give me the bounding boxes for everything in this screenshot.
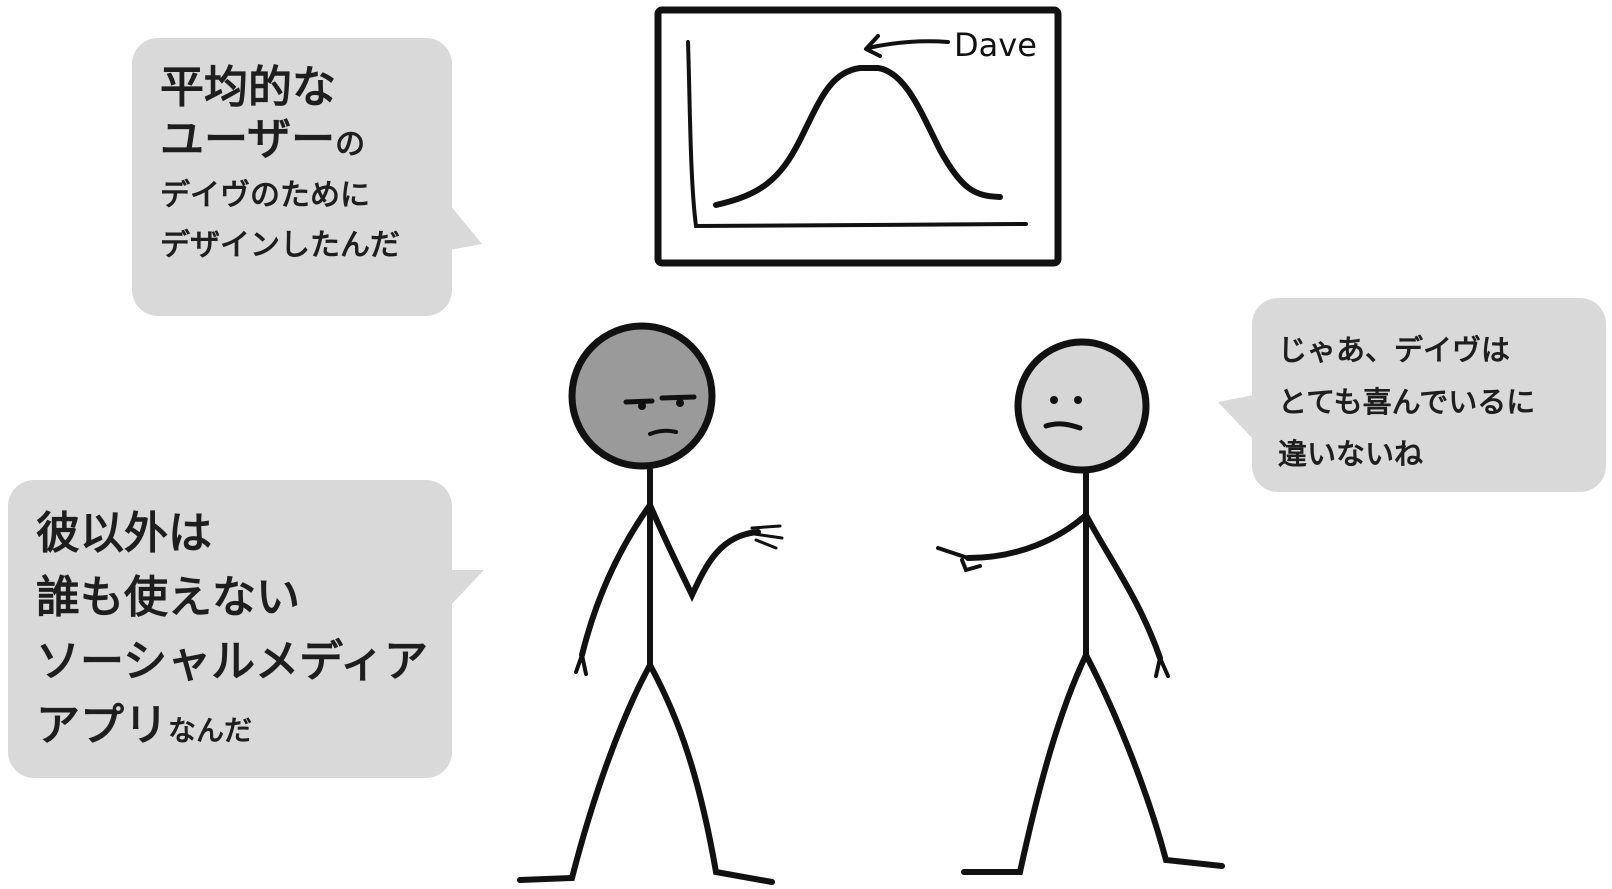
bubble-top-left-line-2-bold: ユーザー (160, 114, 336, 165)
right-figure-eye-right (1074, 396, 1082, 404)
right-figure-arm-left (965, 512, 1089, 561)
left-figure-eye-left (638, 402, 646, 410)
right-figure-head (1014, 338, 1150, 474)
right-figure-eye-left (1050, 396, 1058, 404)
bubble-bottom-left-line-4: アプリなんだ (36, 694, 428, 763)
bubble-bottom-left-line-4-small: なんだ (168, 714, 253, 747)
right-figure-leg-left (961, 652, 1089, 875)
bubble-top-left-line-4: デザインしたんだ (160, 228, 400, 263)
speech-bubble-bottom-left: 彼以外は 誰も使えない ソーシャルメディア アプリなんだ (8, 480, 452, 778)
bubble-tail-top-left (450, 205, 482, 250)
left-figure-leg-left (517, 662, 653, 883)
left-figure-eye-right (676, 399, 684, 407)
left-figure-arm-right (647, 502, 761, 603)
bubble-right-line-3: 違いないね (1278, 437, 1424, 471)
bubble-bottom-left-line-3: ソーシャルメディア (36, 636, 429, 687)
bubble-bottom-left-line-4-bold: アプリ (36, 700, 168, 751)
bubble-bottom-left-line-2: 誰も使えない (36, 572, 300, 623)
left-figure-hand-left (574, 653, 588, 676)
chart-annotation: Dave (954, 26, 1037, 64)
bubble-right-line-2: とても喜んでいるに (1278, 385, 1536, 419)
bubble-tail-right (1218, 395, 1254, 440)
left-figure-brow-left (623, 398, 655, 405)
left-figure-arm-left (579, 502, 653, 658)
bubble-top-left-line-2: ユーザーの (160, 114, 400, 171)
speech-bubble-top-left: 平均的な ユーザーの デイヴのために デザインしたんだ (132, 38, 452, 316)
right-figure-arm-right (1083, 512, 1163, 661)
bubble-tail-bottom-left (450, 570, 484, 606)
bubble-right-line-1: じゃあ、デイヴは (1278, 333, 1511, 367)
bubble-top-left-line-2-small: の (335, 127, 366, 162)
bubble-top-left-line-1: 平均的な (160, 62, 336, 113)
right-figure-hand-right (1154, 656, 1170, 678)
bubble-top-left-line-3: デイヴのために (160, 178, 370, 213)
speech-bubble-right: じゃあ、デイヴは とても喜んでいるに 違いないね (1252, 298, 1606, 492)
left-figure-brow-right (659, 394, 697, 401)
bubble-bottom-left-line-1: 彼以外は (36, 508, 212, 559)
right-figure-leg-right (1083, 652, 1225, 869)
left-figure-leg-right (647, 662, 775, 885)
